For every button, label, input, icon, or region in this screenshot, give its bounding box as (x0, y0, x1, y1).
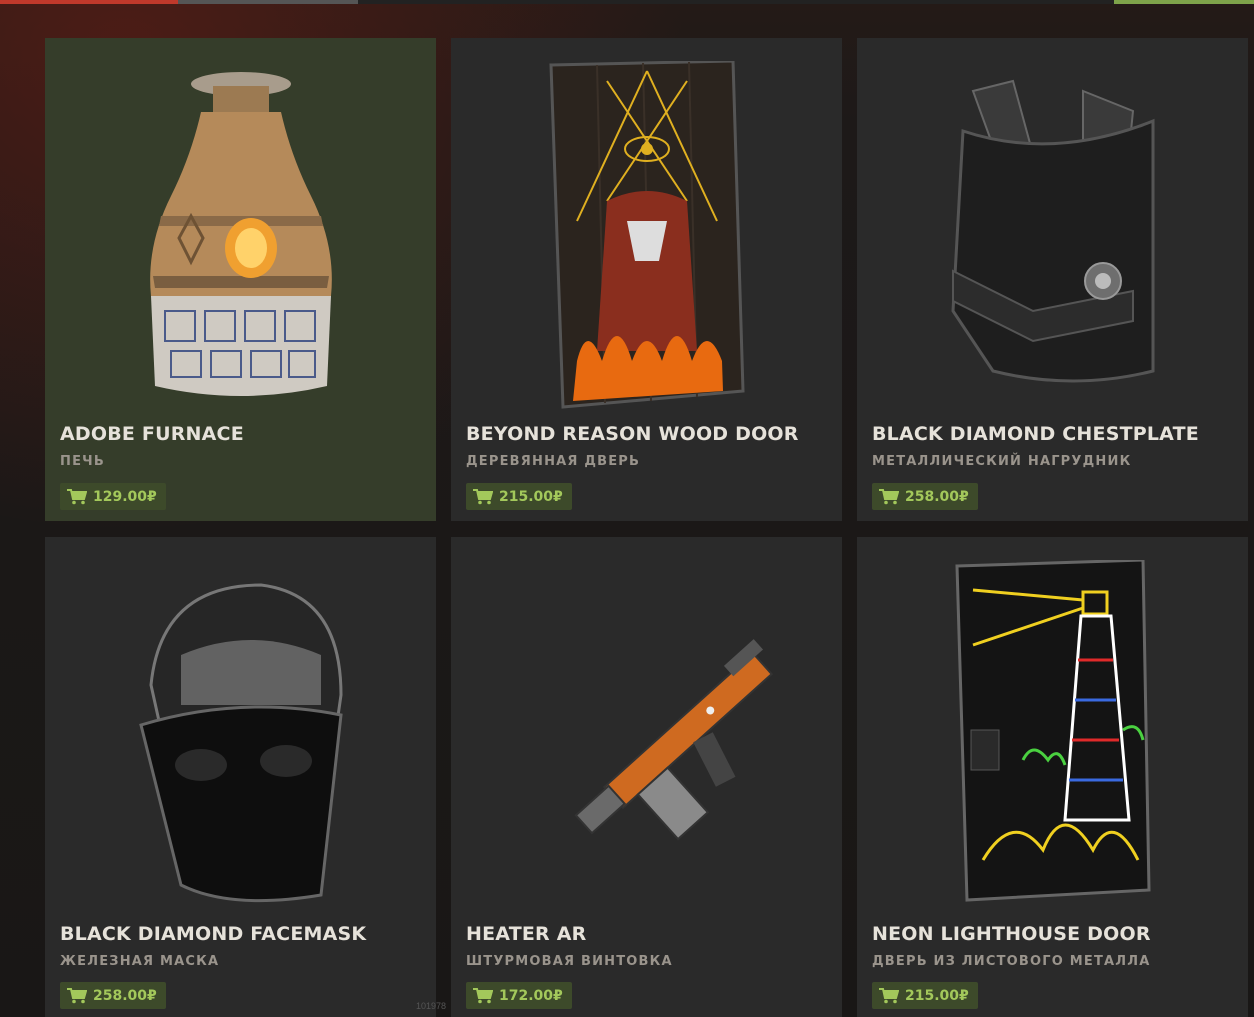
top-bar-segment-grey (178, 0, 358, 4)
item-subtitle: ДЕРЕВЯННАЯ ДВЕРЬ (466, 454, 641, 469)
item-subtitle: ЖЕЛЕЗНАЯ МАСКА (60, 954, 220, 969)
price-button[interactable]: 258.00₽ (60, 982, 166, 1009)
top-progress-bar (0, 0, 1254, 4)
cart-icon (67, 488, 87, 504)
price-button[interactable]: 172.00₽ (466, 982, 572, 1009)
item-subtitle: ПЕЧЬ (60, 454, 105, 469)
furnace-icon (45, 38, 436, 433)
footer-number: 101978 (416, 1001, 447, 1011)
store-page: ADOBE FURNACE ПЕЧЬ 129.00₽ BEYOND REASON… (0, 0, 1254, 1017)
item-name: NEON LIGHTHOUSE DOOR (872, 923, 1151, 945)
sheet-metal-door-icon (857, 537, 1248, 932)
item-name: ADOBE FURNACE (60, 423, 244, 445)
item-subtitle: ДВЕРЬ ИЗ ЛИСТОВОГО МЕТАЛЛА (872, 954, 1151, 969)
item-card-adobe-furnace[interactable]: ADOBE FURNACE ПЕЧЬ 129.00₽ (45, 38, 436, 521)
price-label: 215.00₽ (905, 987, 969, 1004)
item-name: BLACK DIAMOND CHESTPLATE (872, 423, 1199, 445)
cart-icon (473, 488, 493, 504)
top-bar-segment-red (0, 0, 178, 4)
price-label: 172.00₽ (499, 987, 563, 1004)
price-label: 258.00₽ (905, 488, 969, 505)
price-button[interactable]: 129.00₽ (60, 483, 166, 510)
item-name: BLACK DIAMOND FACEMASK (60, 923, 367, 945)
facemask-icon (45, 537, 436, 932)
price-label: 129.00₽ (93, 488, 157, 505)
item-name: HEATER AR (466, 923, 587, 945)
cart-icon (67, 987, 87, 1003)
price-button[interactable]: 258.00₽ (872, 483, 978, 510)
chestplate-icon (857, 38, 1248, 433)
item-card-neon-lighthouse-door[interactable]: NEON LIGHTHOUSE DOOR ДВЕРЬ ИЗ ЛИСТОВОГО … (857, 537, 1248, 1017)
cart-icon (879, 987, 899, 1003)
item-name: BEYOND REASON WOOD DOOR (466, 423, 799, 445)
price-button[interactable]: 215.00₽ (872, 982, 978, 1009)
cart-icon (473, 987, 493, 1003)
price-button[interactable]: 215.00₽ (466, 483, 572, 510)
item-subtitle: ШТУРМОВАЯ ВИНТОВКА (466, 954, 673, 969)
price-label: 215.00₽ (499, 488, 563, 505)
item-subtitle: МЕТАЛЛИЧЕСКИЙ НАГРУДНИК (872, 454, 1132, 469)
cart-icon (879, 488, 899, 504)
top-bar-segment-green (1114, 0, 1254, 4)
item-card-heater-ar[interactable]: HEATER AR ШТУРМОВАЯ ВИНТОВКА 172.00₽ (451, 537, 842, 1017)
rifle-icon (451, 537, 842, 932)
item-card-beyond-reason-wood-door[interactable]: BEYOND REASON WOOD DOOR ДЕРЕВЯННАЯ ДВЕРЬ… (451, 38, 842, 521)
price-label: 258.00₽ (93, 987, 157, 1004)
wood-door-icon (451, 38, 842, 433)
item-card-black-diamond-facemask[interactable]: BLACK DIAMOND FACEMASK ЖЕЛЕЗНАЯ МАСКА 25… (45, 537, 436, 1017)
item-card-black-diamond-chestplate[interactable]: BLACK DIAMOND CHESTPLATE МЕТАЛЛИЧЕСКИЙ Н… (857, 38, 1248, 521)
